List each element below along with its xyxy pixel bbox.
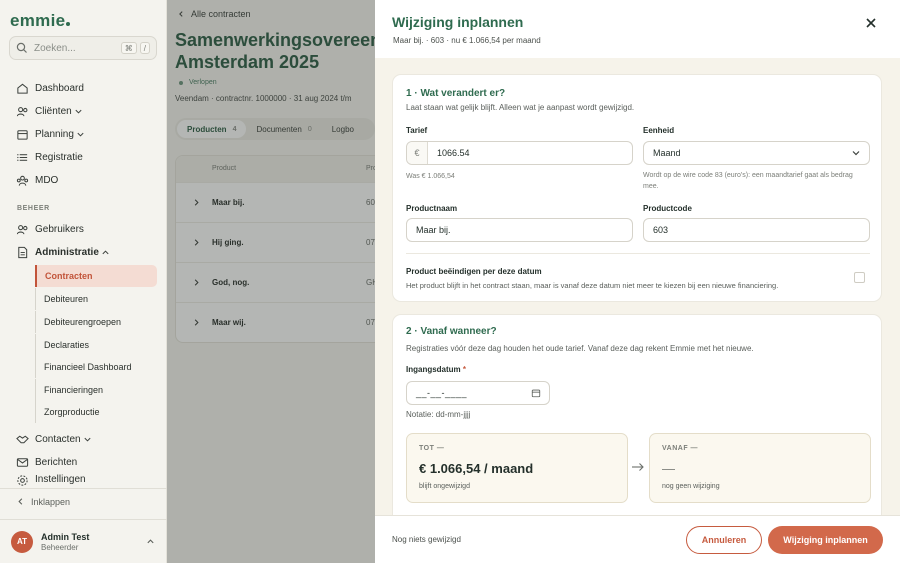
section-from-when: 2 · Vanaf wanneer? Registraties vóór dez… xyxy=(392,314,882,515)
chevron-up-icon xyxy=(147,539,154,544)
sidebar-item-dashboard[interactable]: Dashboard xyxy=(16,78,84,98)
sidebar-item-label: Berichten xyxy=(35,456,78,468)
sidebar-item-label: MDO xyxy=(35,174,59,186)
sidebar-item-label: Cliënten xyxy=(35,105,72,117)
sidebar-subitem-debiteurengroepen[interactable]: Debiteurengroepen xyxy=(35,311,157,333)
users-icon xyxy=(16,106,28,116)
ingangsdatum-input[interactable]: __-__-____ xyxy=(406,381,550,405)
section-description: Registraties vóór deze dag houden het ou… xyxy=(406,344,754,353)
section-label-beheer: BEHEER xyxy=(17,205,50,212)
users-icon xyxy=(16,224,28,234)
avatar: AT xyxy=(11,530,33,553)
shortcut-key: ⌘ xyxy=(120,42,137,54)
sidebar-subitem-debiteuren[interactable]: Debiteuren xyxy=(35,288,157,310)
sidebar: emmie Zoeken... ⌘ / Dashboard Cliënten P… xyxy=(0,0,167,563)
search-icon xyxy=(16,42,27,53)
date-format-hint: Notatie: dd-mm-jjjj xyxy=(406,410,471,419)
gear-icon xyxy=(17,475,28,486)
drawer-subtitle: Maar bij. · 603 · nu € 1.066,54 per maan… xyxy=(393,36,541,45)
sidebar-item-berichten[interactable]: Berichten xyxy=(16,452,77,472)
summary-vanaf: VANAF — — nog geen wijziging xyxy=(649,433,871,503)
sidebar-item-label: Contacten xyxy=(35,433,81,445)
user-name: Admin Test xyxy=(41,531,90,542)
sidebar-subitem-zorgproductie[interactable]: Zorgproductie xyxy=(35,401,157,423)
sidebar-item-gebruikers[interactable]: Gebruikers xyxy=(16,219,84,239)
eenheid-label: Eenheid xyxy=(643,126,675,135)
handshake-icon xyxy=(16,435,29,443)
end-product-label: Product beëindigen per deze datum xyxy=(406,267,542,276)
sidebar-item-contacten[interactable]: Contacten xyxy=(16,429,98,449)
section-title: 2 · Vanaf wanneer? xyxy=(406,326,497,337)
section-description: Laat staan wat gelijk blijft. Alleen wat… xyxy=(406,103,635,112)
change-status: Nog niets gewijzigd xyxy=(392,535,461,544)
team-icon xyxy=(16,175,29,186)
tarief-input[interactable]: € 1066.54 xyxy=(406,141,633,165)
chevron-left-icon xyxy=(18,498,23,505)
schedule-change-button[interactable]: Wijziging inplannen xyxy=(768,526,883,554)
sidebar-item-clienten[interactable]: Cliënten xyxy=(16,101,89,121)
change-drawer: Wijziging inplannen Maar bij. · 603 · nu… xyxy=(375,0,900,563)
ingangsdatum-label: Ingangsdatum * xyxy=(406,365,467,374)
summary-tot: TOT — € 1.066,54 / maand blijft ongewijz… xyxy=(406,433,628,503)
eenheid-hint: Wordt op de wire code 83 (euro's): een m… xyxy=(643,172,853,190)
chevron-down-icon xyxy=(852,151,860,156)
chevron-down-icon xyxy=(75,109,82,114)
arrow-right-icon xyxy=(632,463,644,471)
sidebar-item-instellingen[interactable]: Instellingen xyxy=(16,474,86,488)
drawer-header: Wijziging inplannen Maar bij. · 603 · nu… xyxy=(375,0,900,58)
user-menu[interactable]: AT Admin Test Beheerder xyxy=(0,519,167,563)
mail-icon xyxy=(16,457,29,467)
sidebar-subitem-contracten[interactable]: Contracten xyxy=(35,265,157,287)
sidebar-item-label: Instellingen xyxy=(35,474,86,485)
sidebar-item-planning[interactable]: Planning xyxy=(16,124,91,144)
productcode-label: Productcode xyxy=(643,204,692,213)
chevron-down-icon xyxy=(84,437,91,442)
logo[interactable]: emmie xyxy=(10,11,71,31)
search-input[interactable]: Zoeken... ⌘ / xyxy=(9,36,157,60)
section-what-changes: 1 · Wat verandert er? Laat staan wat gel… xyxy=(392,74,882,302)
sidebar-subitem-declaraties[interactable]: Declaraties xyxy=(35,334,157,356)
shortcut-key: / xyxy=(139,42,150,54)
sidebar-item-mdo[interactable]: MDO xyxy=(16,170,58,190)
sidebar-item-label: Dashboard xyxy=(35,82,84,94)
calendar-icon[interactable] xyxy=(531,388,541,398)
sidebar-subitem-financieringen[interactable]: Financieringen xyxy=(35,379,157,401)
sidebar-item-label: Administratie xyxy=(35,246,99,258)
collapse-label: Inklappen xyxy=(31,496,71,507)
section-title: 1 · Wat verandert er? xyxy=(406,88,506,99)
cancel-button[interactable]: Annuleren xyxy=(686,526,762,554)
calendar-icon xyxy=(17,129,28,140)
divider xyxy=(406,253,870,254)
productcode-input[interactable]: 603 xyxy=(643,218,870,242)
drawer-title: Wijziging inplannen xyxy=(392,14,524,30)
sidebar-item-label: Planning xyxy=(35,128,74,140)
close-icon[interactable] xyxy=(864,16,878,30)
user-role: Beheerder xyxy=(41,542,79,552)
home-icon xyxy=(17,83,28,94)
list-icon xyxy=(17,153,28,161)
sidebar-subitem-financieel-dashboard[interactable]: Financieel Dashboard xyxy=(35,356,157,378)
drawer-footer: Nog niets gewijzigd Annuleren Wijziging … xyxy=(375,515,900,563)
chevron-up-icon xyxy=(102,249,109,254)
productnaam-input[interactable]: Maar bij. xyxy=(406,218,633,242)
collapse-button[interactable]: Inklappen xyxy=(0,488,167,514)
tarief-label: Tarief xyxy=(406,126,428,135)
eenheid-select[interactable]: Maand xyxy=(643,141,870,165)
sidebar-item-label: Gebruikers xyxy=(35,223,84,235)
productnaam-label: Productnaam xyxy=(406,204,458,213)
chevron-down-icon xyxy=(77,132,84,137)
end-product-description: Het product blijft in het contract staan… xyxy=(406,281,779,290)
tarief-hint: Was € 1.066,54 xyxy=(406,173,455,180)
end-product-checkbox[interactable] xyxy=(854,272,865,283)
currency-prefix: € xyxy=(407,142,428,164)
sidebar-item-registratie[interactable]: Registratie xyxy=(16,147,83,167)
modal-backdrop[interactable] xyxy=(167,0,375,563)
search-placeholder: Zoeken... xyxy=(34,42,76,54)
document-icon xyxy=(18,246,28,258)
sidebar-item-label: Registratie xyxy=(35,151,83,163)
sidebar-item-administratie[interactable]: Administratie xyxy=(16,242,116,262)
